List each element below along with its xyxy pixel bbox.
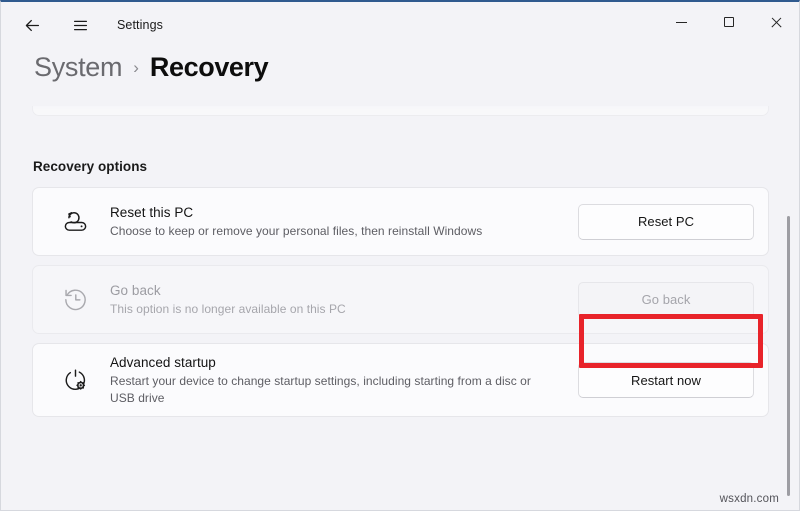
card-text: Advanced startup Restart your device to …	[95, 353, 558, 407]
option-card-advanced-startup[interactable]: Advanced startup Restart your device to …	[32, 343, 769, 418]
settings-content: Recovery options Reset this PC Choose to…	[1, 106, 799, 510]
watermark: wsxdn.com	[719, 493, 779, 505]
close-icon	[770, 16, 782, 28]
card-description: Choose to keep or remove your personal f…	[110, 224, 483, 239]
card-action: Restart now	[558, 362, 754, 399]
window-controls	[658, 2, 799, 48]
card-description: Restart your device to change startup se…	[110, 374, 531, 406]
settings-window: Settings System › Recovery Recovery opti…	[0, 0, 800, 511]
card-action: Reset PC	[558, 203, 754, 240]
window-title: Settings	[117, 18, 163, 32]
back-arrow-icon	[25, 19, 39, 31]
card-action: Go back	[558, 281, 754, 318]
card-text: Go back This option is no longer availab…	[95, 281, 558, 318]
navigation-menu-button[interactable]	[63, 9, 97, 41]
minimize-button[interactable]	[658, 2, 705, 42]
card-title: Go back	[110, 282, 161, 298]
restart-now-button[interactable]: Restart now	[578, 362, 754, 399]
minimize-icon	[676, 21, 687, 23]
title-bar: Settings	[1, 2, 799, 48]
maximize-icon	[723, 17, 734, 27]
go-back-history-icon	[55, 286, 95, 313]
hamburger-menu-icon	[73, 20, 87, 30]
maximize-button[interactable]	[705, 2, 752, 42]
card-text: Reset this PC Choose to keep or remove y…	[95, 203, 558, 240]
reset-pc-button[interactable]: Reset PC	[578, 203, 754, 240]
close-button[interactable]	[752, 2, 799, 42]
reset-pc-icon	[55, 208, 95, 235]
option-card-reset-this-pc[interactable]: Reset this PC Choose to keep or remove y…	[32, 187, 769, 256]
clipped-card-above	[32, 106, 769, 116]
card-title: Advanced startup	[110, 355, 216, 370]
content-scrollbar[interactable]	[784, 96, 794, 500]
go-back-button: Go back	[578, 281, 754, 318]
breadcrumb: System › Recovery	[1, 48, 799, 106]
breadcrumb-separator-icon: ›	[133, 58, 139, 77]
breadcrumb-parent-link[interactable]: System	[34, 52, 123, 83]
section-title: Recovery options	[33, 159, 148, 174]
page-title: Recovery	[149, 52, 269, 82]
advanced-startup-icon	[55, 367, 95, 394]
card-description: This option is no longer available on th…	[110, 302, 346, 317]
option-card-go-back: Go back This option is no longer availab…	[32, 265, 769, 334]
scrollbar-thumb[interactable]	[787, 216, 790, 496]
card-title: Reset this PC	[110, 204, 194, 220]
back-button[interactable]	[15, 9, 49, 41]
